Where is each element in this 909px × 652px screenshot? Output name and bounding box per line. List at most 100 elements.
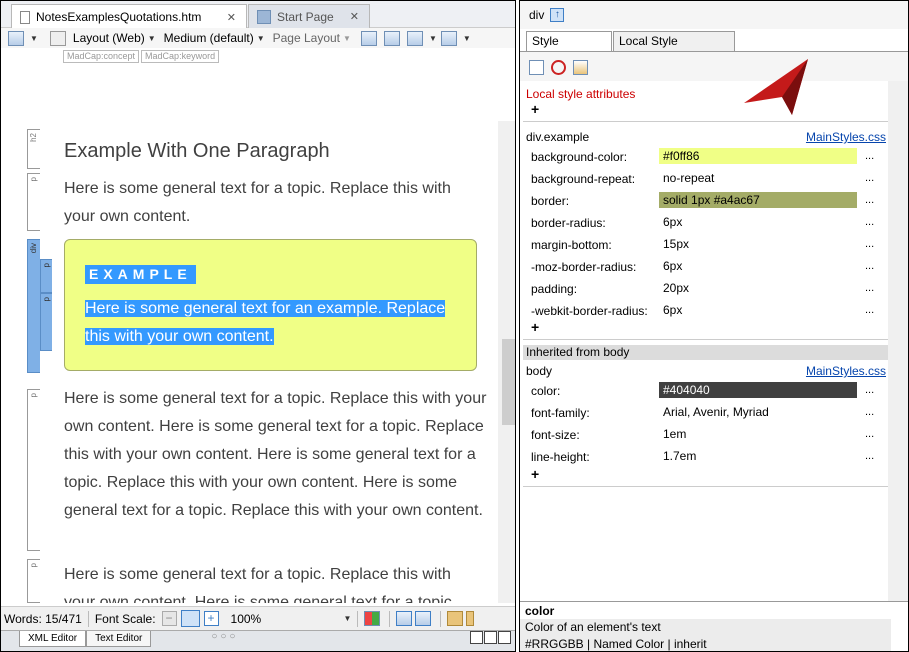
chevron-down-icon: ▼	[256, 33, 265, 43]
edit-value-button[interactable]: ...	[865, 216, 874, 228]
property-row[interactable]: -moz-border-radius: 6px...	[523, 256, 889, 278]
show-tags-icon[interactable]	[360, 30, 377, 46]
property-row[interactable]: padding: 20px...	[523, 278, 889, 300]
add-rule-property-button[interactable]: +	[531, 319, 539, 335]
edit-value-button[interactable]: ...	[865, 450, 874, 462]
chevron-down-icon[interactable]: ▼	[429, 34, 437, 43]
property-value[interactable]: Arial, Avenir, Myriad	[659, 404, 857, 420]
gutter-block-p[interactable]: p	[27, 559, 40, 603]
close-tab-icon[interactable]: ✕	[350, 10, 359, 23]
stylesheet-icon[interactable]	[529, 60, 544, 75]
example-heading[interactable]: EXAMPLE	[85, 265, 196, 284]
edit-value-button[interactable]: ...	[865, 304, 874, 316]
property-value[interactable]: no-repeat	[659, 170, 857, 186]
property-row[interactable]: border: solid 1px #a4ac67...	[523, 190, 889, 212]
single-view-icon[interactable]	[498, 631, 511, 644]
tab-xml-editor[interactable]: XML Editor	[19, 631, 87, 647]
madcap-keyword-tag[interactable]: MadCap:keyword	[141, 50, 220, 63]
paragraph[interactable]: Here is some general text for a topic. R…	[64, 561, 484, 603]
tab-text-editor[interactable]: Text Editor	[86, 631, 152, 647]
example-paragraph[interactable]: Here is some general text for an example…	[85, 295, 447, 351]
split-horizontal-icon[interactable]	[470, 631, 483, 644]
madcap-concept-tag[interactable]: MadCap:concept	[63, 50, 140, 63]
structure-bars-icon[interactable]	[406, 30, 423, 46]
page-layout-dropdown[interactable]: Page Layout ▼	[271, 31, 351, 45]
zoom-select[interactable]: 100%	[231, 612, 341, 626]
gutter-block-p[interactable]: p	[27, 173, 40, 231]
example-div[interactable]: EXAMPLE Here is some general text for an…	[64, 239, 477, 371]
property-value[interactable]: 20px	[659, 280, 857, 296]
clear-styles-icon[interactable]	[551, 60, 566, 75]
scrollbar-thumb[interactable]	[502, 339, 515, 425]
rule-source-link[interactable]: MainStyles.css	[806, 130, 886, 144]
property-value[interactable]: 6px	[659, 302, 857, 318]
paragraph[interactable]: Here is some general text for a topic. R…	[64, 385, 488, 525]
zoom-out-button[interactable]: −	[161, 611, 177, 626]
tab-notes-examples[interactable]: NotesExamplesQuotations.htm ✕	[11, 4, 247, 29]
gutter-block-p[interactable]: p	[27, 389, 40, 551]
property-row[interactable]: font-family: Arial, Avenir, Myriad...	[523, 402, 889, 424]
inherited-source-link[interactable]: MainStyles.css	[806, 364, 886, 378]
splitter-grip[interactable]: ○○○	[211, 631, 238, 642]
gutter-block-div[interactable]: div	[27, 239, 40, 373]
markers-icon[interactable]	[440, 30, 457, 46]
property-value[interactable]: solid 1px #a4ac67	[659, 192, 857, 208]
property-value[interactable]: #f0ff86	[659, 148, 857, 164]
vertical-scrollbar[interactable]	[888, 81, 908, 601]
property-row[interactable]: background-repeat: no-repeat...	[523, 168, 889, 190]
property-row[interactable]: font-size: 1em...	[523, 424, 889, 446]
structure-view-icon[interactable]	[415, 611, 432, 626]
chevron-down-icon[interactable]: ▼	[463, 34, 471, 43]
property-row[interactable]: -webkit-border-radius: 6px...	[523, 300, 889, 322]
property-value[interactable]: 6px	[659, 214, 857, 230]
paragraph[interactable]: Here is some general text for a topic. R…	[64, 175, 484, 231]
property-value[interactable]: #404040	[659, 382, 857, 398]
ruler-vertical-icon[interactable]	[466, 611, 475, 626]
gutter-block-h2[interactable]: h2	[27, 129, 40, 169]
property-row[interactable]: color: #404040...	[523, 380, 889, 402]
property-row[interactable]: border-radius: 6px...	[523, 212, 889, 234]
property-value[interactable]: 1em	[659, 426, 857, 442]
tab-local-style-properties[interactable]: Local Style Properties	[613, 31, 735, 67]
property-row[interactable]: line-height: 1.7em...	[523, 446, 889, 468]
gutter-block-p[interactable]: p	[40, 293, 52, 351]
preview-dropdown[interactable]: ▼	[8, 30, 38, 46]
chevron-down-icon[interactable]: ▼	[344, 614, 352, 623]
color-palette-icon[interactable]	[364, 611, 381, 626]
tab-style-inspector[interactable]: Style Inspector	[526, 31, 612, 67]
edit-value-button[interactable]: ...	[865, 428, 874, 440]
gutter-label: p	[42, 297, 51, 302]
edit-value-button[interactable]: ...	[865, 194, 874, 206]
edit-value-button[interactable]: ...	[865, 150, 874, 162]
edit-value-button[interactable]: ...	[865, 406, 874, 418]
tab-start-page[interactable]: Start Page ✕	[248, 4, 370, 28]
property-row[interactable]: background-color: #f0ff86...	[523, 146, 889, 168]
edit-value-button[interactable]: ...	[865, 384, 874, 396]
layout-dropdown[interactable]: Layout (Web) ▼	[49, 30, 156, 46]
ruler-icon[interactable]	[447, 611, 464, 626]
selected-text[interactable]: Here is some general text for an example…	[85, 300, 446, 345]
show-blocks-icon[interactable]	[383, 30, 400, 46]
medium-dropdown[interactable]: Medium (default) ▼	[162, 31, 265, 45]
gutter-block-p[interactable]: p	[40, 259, 52, 293]
edit-value-button[interactable]: ...	[865, 260, 874, 272]
reset-zoom-button[interactable]	[180, 610, 200, 627]
edit-value-button[interactable]: ...	[865, 238, 874, 250]
select-parent-icon[interactable]: ↑	[550, 8, 565, 22]
edit-value-button[interactable]: ...	[865, 172, 874, 184]
layout-view-icon[interactable]	[396, 611, 413, 626]
edit-style-icon[interactable]	[573, 60, 588, 75]
property-value[interactable]: 1.7em	[659, 448, 857, 464]
split-vertical-icon[interactable]	[484, 631, 497, 644]
close-tab-icon[interactable]: ✕	[227, 11, 236, 24]
property-value[interactable]: 15px	[659, 236, 857, 252]
edit-value-button[interactable]: ...	[865, 282, 874, 294]
property-row[interactable]: margin-bottom: 15px...	[523, 234, 889, 256]
property-value[interactable]: 6px	[659, 258, 857, 274]
word-count: Words: 15/471	[4, 611, 82, 626]
page-heading[interactable]: Example With One Paragraph	[64, 140, 330, 163]
zoom-in-button[interactable]: +	[203, 611, 219, 626]
add-local-attribute-button[interactable]: +	[531, 101, 539, 117]
document-content[interactable]: Example With One Paragraph Here is some …	[54, 121, 498, 603]
add-inherited-property-button[interactable]: +	[531, 466, 539, 482]
